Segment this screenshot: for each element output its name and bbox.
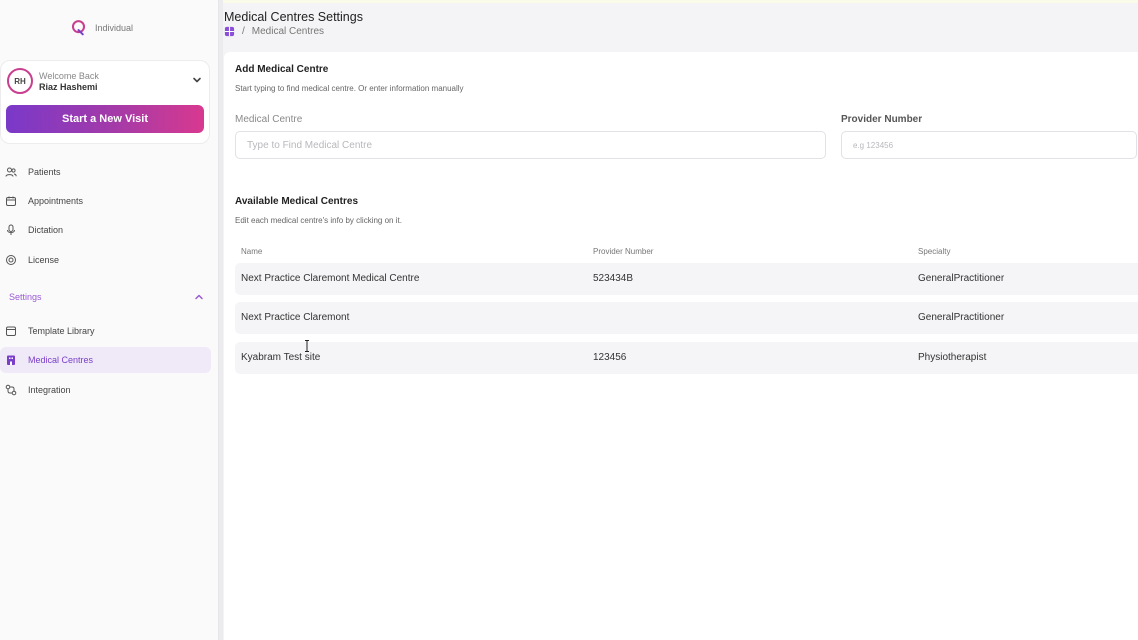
breadcrumb-current: Medical Centres (251, 26, 325, 37)
main-content: Add Medical Centre Start typing to find … (224, 52, 1138, 640)
page-title: Medical Centres Settings (224, 10, 363, 24)
cell-provider-number: 123456 (593, 352, 627, 363)
column-header-specialty[interactable]: Specialty (918, 247, 950, 256)
welcome-text: Welcome Back (39, 71, 99, 81)
sidebar-item-label: Appointments (28, 196, 84, 206)
brand[interactable]: Individual (70, 19, 133, 36)
sidebar-item-integration[interactable]: Integration (0, 377, 211, 403)
medical-centre-search-input[interactable] (235, 131, 826, 159)
table-row[interactable]: Kyabram Test site 123456 Physiotherapist (235, 342, 1138, 374)
column-header-provider-number[interactable]: Provider Number (593, 247, 653, 256)
cell-provider-number: 523434B (593, 273, 634, 284)
sidebar-item-label: Template Library (28, 326, 95, 336)
sidebar-item-appointments[interactable]: Appointments (0, 188, 211, 214)
sidebar-item-template-library[interactable]: Template Library (0, 318, 211, 344)
available-section-subtitle: Edit each medical centre's info by click… (235, 216, 402, 225)
users-icon (5, 167, 17, 177)
cell-name: Kyabram Test site (241, 352, 321, 363)
add-section-title: Add Medical Centre (235, 64, 329, 75)
table-row[interactable]: Next Practice Claremont Medical Centre 5… (235, 263, 1138, 295)
integration-icon (5, 384, 17, 396)
start-new-visit-button[interactable]: Start a New Visit (6, 105, 204, 133)
sidebar-item-label: Integration (28, 385, 71, 395)
provider-number-input[interactable] (841, 131, 1137, 159)
building-icon (7, 355, 15, 365)
column-header-name[interactable]: Name (241, 247, 262, 256)
breadcrumb: / Medical Centres (224, 26, 324, 37)
chevron-down-icon[interactable] (191, 74, 203, 86)
table-row[interactable]: Next Practice Claremont GeneralPractitio… (235, 302, 1138, 334)
sidebar-item-label: Medical Centres (28, 355, 94, 365)
brand-name: Individual (95, 22, 134, 33)
breadcrumb-separator: / (242, 26, 245, 37)
settings-label: Settings (9, 292, 42, 302)
sidebar-item-license[interactable]: License (0, 247, 211, 273)
cell-name: Next Practice Claremont (241, 312, 350, 323)
cell-name: Next Practice Claremont Medical Centre (241, 273, 420, 284)
cell-specialty: GeneralPractitioner (918, 273, 1005, 284)
chevron-up-icon (195, 294, 203, 300)
sidebar-item-dictation[interactable]: Dictation (0, 217, 211, 243)
text-cursor-icon (305, 340, 309, 352)
sidebar: Individual RH Welcome Back Riaz Hashemi … (0, 0, 219, 640)
sidebar-item-label: License (28, 255, 60, 265)
user-name: Riaz Hashemi (39, 82, 98, 92)
building-icon[interactable] (224, 26, 235, 37)
avatar[interactable]: RH (7, 68, 33, 94)
medical-centre-label: Medical Centre (235, 114, 303, 125)
provider-number-label: Provider Number (841, 114, 923, 125)
available-section-title: Available Medical Centres (235, 196, 359, 207)
calendar-icon (6, 196, 16, 206)
sidebar-item-label: Dictation (28, 225, 64, 235)
sidebar-item-label: Patients (28, 167, 61, 177)
sidebar-divider (219, 0, 223, 640)
logo-icon (71, 20, 86, 36)
cell-specialty: Physiotherapist (918, 352, 987, 363)
sidebar-item-patients[interactable]: Patients (0, 159, 211, 185)
license-icon (6, 255, 16, 265)
template-icon (6, 326, 16, 336)
microphone-icon (7, 224, 15, 235)
user-card: RH Welcome Back Riaz Hashemi Start a New… (0, 60, 210, 144)
sidebar-item-medical-centres[interactable]: Medical Centres (0, 347, 211, 373)
cell-specialty: GeneralPractitioner (918, 312, 1005, 323)
add-section-subtitle: Start typing to find medical centre. Or … (235, 84, 464, 93)
settings-section-toggle[interactable]: Settings (0, 287, 211, 307)
